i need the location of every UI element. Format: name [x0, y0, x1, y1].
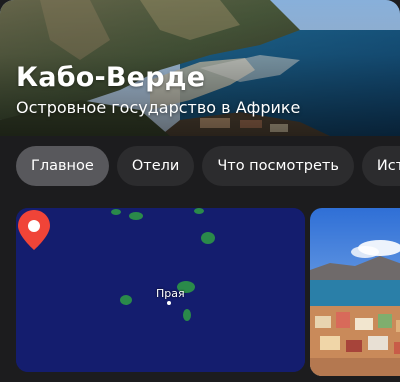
- city-dot: [167, 301, 171, 305]
- tab-history[interactable]: Истори: [361, 146, 400, 186]
- location-pin-icon: [18, 210, 50, 250]
- city-label: Прая: [156, 287, 185, 300]
- tab-hotels[interactable]: Отели: [116, 146, 195, 186]
- hero-banner: Кабо-Верде Островное государство в Африк…: [0, 0, 400, 136]
- map-preview[interactable]: Прая: [16, 208, 305, 372]
- page-title: Кабо-Верде: [16, 62, 206, 93]
- destination-photo[interactable]: [310, 208, 400, 376]
- page-subtitle: Островное государство в Африке: [16, 98, 301, 117]
- tab-bar: Главное Отели Что посмотреть Истори: [16, 146, 400, 186]
- destination-card: Кабо-Верде Островное государство в Африк…: [0, 0, 400, 382]
- tab-sights[interactable]: Что посмотреть: [202, 146, 354, 186]
- tab-main[interactable]: Главное: [16, 146, 109, 186]
- destination-photo-image: [310, 208, 400, 376]
